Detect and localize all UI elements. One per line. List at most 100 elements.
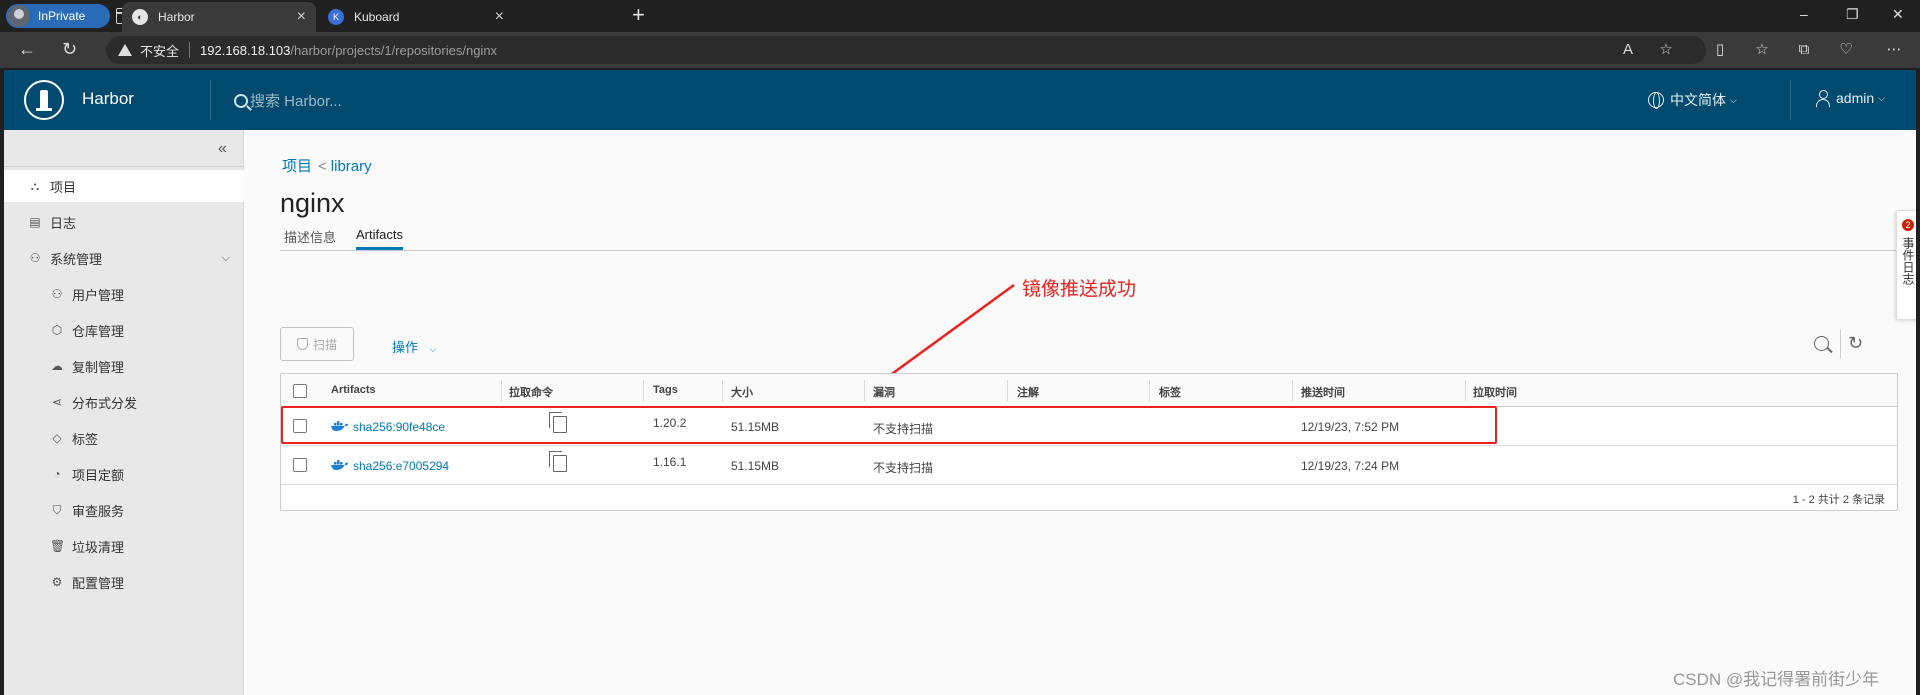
user-menu[interactable]: admin ⌵ (1816, 90, 1885, 107)
log-icon: ▤ (29, 215, 41, 229)
column-separator[interactable] (722, 380, 723, 402)
close-tab-icon[interactable]: × (495, 9, 504, 25)
sidebar-item-gc[interactable]: 🗑 垃圾清理 (4, 530, 244, 562)
globe-icon (1648, 92, 1664, 109)
table-footer: 1 - 2 共计 2 条记录 (281, 485, 1897, 511)
column-header[interactable]: Tags (653, 384, 678, 396)
new-tab-icon[interactable]: + (632, 4, 645, 26)
annotation-highlight-box (281, 406, 1497, 444)
language-selector[interactable]: 中文简体 ⌵ (1648, 90, 1737, 110)
restore-icon[interactable]: ❐ (1846, 6, 1859, 23)
sidebar-item-interrogation[interactable]: ⛉ 审查服务 (4, 494, 244, 526)
watermark: CSDN @我记得署前街少年 (1673, 670, 1880, 689)
search-placeholder: 搜索 Harbor... (250, 93, 342, 110)
refresh-icon[interactable]: ↻ (62, 40, 77, 58)
column-header[interactable]: 大小 (731, 384, 753, 400)
sidebar-item-label: 分布式分发 (72, 395, 138, 411)
scan-button[interactable]: 扫描 (280, 327, 354, 361)
favorite-star-icon[interactable]: ☆ (1658, 42, 1674, 58)
harbor-logo-icon[interactable] (24, 80, 64, 120)
global-search[interactable]: 搜索 Harbor... (234, 90, 342, 111)
chevron-down-icon: ⌵ (429, 344, 437, 354)
url-path: /harbor/projects/1/repositories/nginx (290, 42, 498, 58)
sidebar-item-label: 标签 (72, 431, 99, 447)
profile-avatar-icon (8, 5, 30, 27)
minimize-icon[interactable]: – (1800, 6, 1808, 22)
browser-tab-bar: InPrivate ◐ Harbor × K Kuboard × + – ❐ ✕ (0, 0, 1920, 32)
select-all-checkbox[interactable] (293, 384, 307, 398)
sidebar-item-replications[interactable]: ☁ 复制管理 (4, 350, 244, 382)
event-log-tab[interactable]: 2 事件日志 (1896, 210, 1916, 320)
chevron-down-icon: ⌵ (1878, 92, 1885, 103)
column-separator[interactable] (1465, 380, 1466, 402)
sidebar-item-label: 审查服务 (72, 503, 125, 519)
back-icon[interactable]: ← (18, 40, 36, 58)
column-separator[interactable] (1007, 380, 1008, 402)
search-icon[interactable] (1814, 336, 1829, 351)
search-icon (234, 93, 248, 108)
sidebar-item-label: 项目 (50, 179, 77, 195)
column-header[interactable]: 漏洞 (873, 384, 895, 400)
split-screen-icon[interactable]: ▯ (1712, 42, 1728, 58)
browser-tab-harbor[interactable]: ◐ Harbor × (122, 2, 316, 32)
column-separator[interactable] (864, 380, 865, 402)
inprivate-label: InPrivate (38, 9, 86, 23)
column-separator[interactable] (643, 380, 644, 402)
scan-label: 扫描 (312, 337, 337, 352)
column-separator[interactable] (1292, 380, 1293, 402)
table-header: Artifacts 拉取命令 Tags 大小 漏洞 注解 标签 推送时间 拉取时… (281, 374, 1897, 407)
refresh-icon[interactable]: ↻ (1848, 333, 1863, 354)
collections-icon[interactable]: ⧉ (1796, 42, 1812, 58)
copy-icon[interactable] (549, 451, 567, 472)
artifact-size: 51.15MB (731, 459, 780, 473)
sidebar-item-registries[interactable]: ⬡ 仓库管理 (4, 314, 244, 346)
tab-title: Kuboard (354, 10, 400, 24)
collapse-sidebar-icon[interactable]: « (218, 140, 227, 158)
table-row[interactable]: sha256:e7005294 1.16.1 51.15MB 不支持扫描 12/… (281, 446, 1897, 485)
close-tab-icon[interactable]: × (297, 9, 306, 25)
security-label[interactable]: 不安全 (140, 41, 179, 60)
column-separator[interactable] (501, 380, 502, 402)
sidebar-item-quotas[interactable]: ◔ 项目定额 (4, 458, 244, 490)
column-header[interactable]: 拉取时间 (1473, 384, 1517, 400)
sidebar-item-projects[interactable]: ⛬ 项目 (4, 170, 244, 202)
url-divider (189, 42, 191, 58)
browser-tab-kuboard[interactable]: K Kuboard × (318, 2, 514, 32)
row-checkbox[interactable] (293, 458, 307, 472)
close-window-icon[interactable]: ✕ (1892, 6, 1904, 23)
sidebar-divider (4, 166, 244, 167)
sidebar-item-label: 仓库管理 (72, 323, 125, 339)
column-header[interactable]: 推送时间 (1301, 384, 1345, 400)
browser-essentials-icon[interactable]: ♡ (1838, 42, 1854, 58)
header-divider (1790, 80, 1791, 120)
brand-name[interactable]: Harbor (82, 89, 134, 109)
sidebar-item-label: 复制管理 (72, 359, 125, 375)
url-field[interactable]: 不安全 192.168.18.103 /harbor/projects/1/re… (106, 36, 1706, 64)
chevron-down-icon: ⌵ (221, 251, 230, 264)
favorites-icon[interactable]: ☆ (1754, 42, 1770, 58)
artifact-push-time: 12/19/23, 7:24 PM (1301, 459, 1400, 473)
sidebar-item-users[interactable]: ⚇ 用户管理 (4, 278, 244, 310)
address-bar-row: ← ↻ 不安全 192.168.18.103 /harbor/projects/… (0, 32, 1920, 68)
actions-dropdown[interactable]: 操作 ⌵ (392, 337, 436, 356)
admin-icon: ⚇ (29, 251, 41, 265)
inprivate-badge[interactable]: InPrivate (6, 4, 110, 28)
column-header[interactable]: 注解 (1017, 384, 1039, 400)
sidebar-item-label: 用户管理 (72, 287, 125, 303)
column-header[interactable]: 标签 (1159, 384, 1181, 400)
column-header[interactable]: Artifacts (331, 384, 376, 396)
sidebar-item-distributions[interactable]: ⋖ 分布式分发 (4, 386, 244, 418)
column-header[interactable]: 拉取命令 (509, 384, 553, 400)
actions-label: 操作 (392, 340, 419, 355)
sidebar-item-logs[interactable]: ▤ 日志 (4, 206, 244, 238)
tag-icon: ◇ (52, 431, 62, 445)
read-aloud-icon[interactable]: A (1620, 42, 1636, 58)
sidebar-item-label: 日志 (50, 215, 77, 231)
shield-icon (296, 338, 308, 350)
sidebar-item-labels[interactable]: ◇ 标签 (4, 422, 244, 454)
artifact-digest-link[interactable]: sha256:e7005294 (353, 459, 449, 473)
more-menu-icon[interactable]: ⋯ (1886, 42, 1902, 58)
column-separator[interactable] (1149, 380, 1150, 402)
sidebar-item-configuration[interactable]: ⚙ 配置管理 (4, 566, 244, 598)
sidebar-item-administration[interactable]: ⚇ 系统管理 ⌵ (4, 242, 244, 274)
